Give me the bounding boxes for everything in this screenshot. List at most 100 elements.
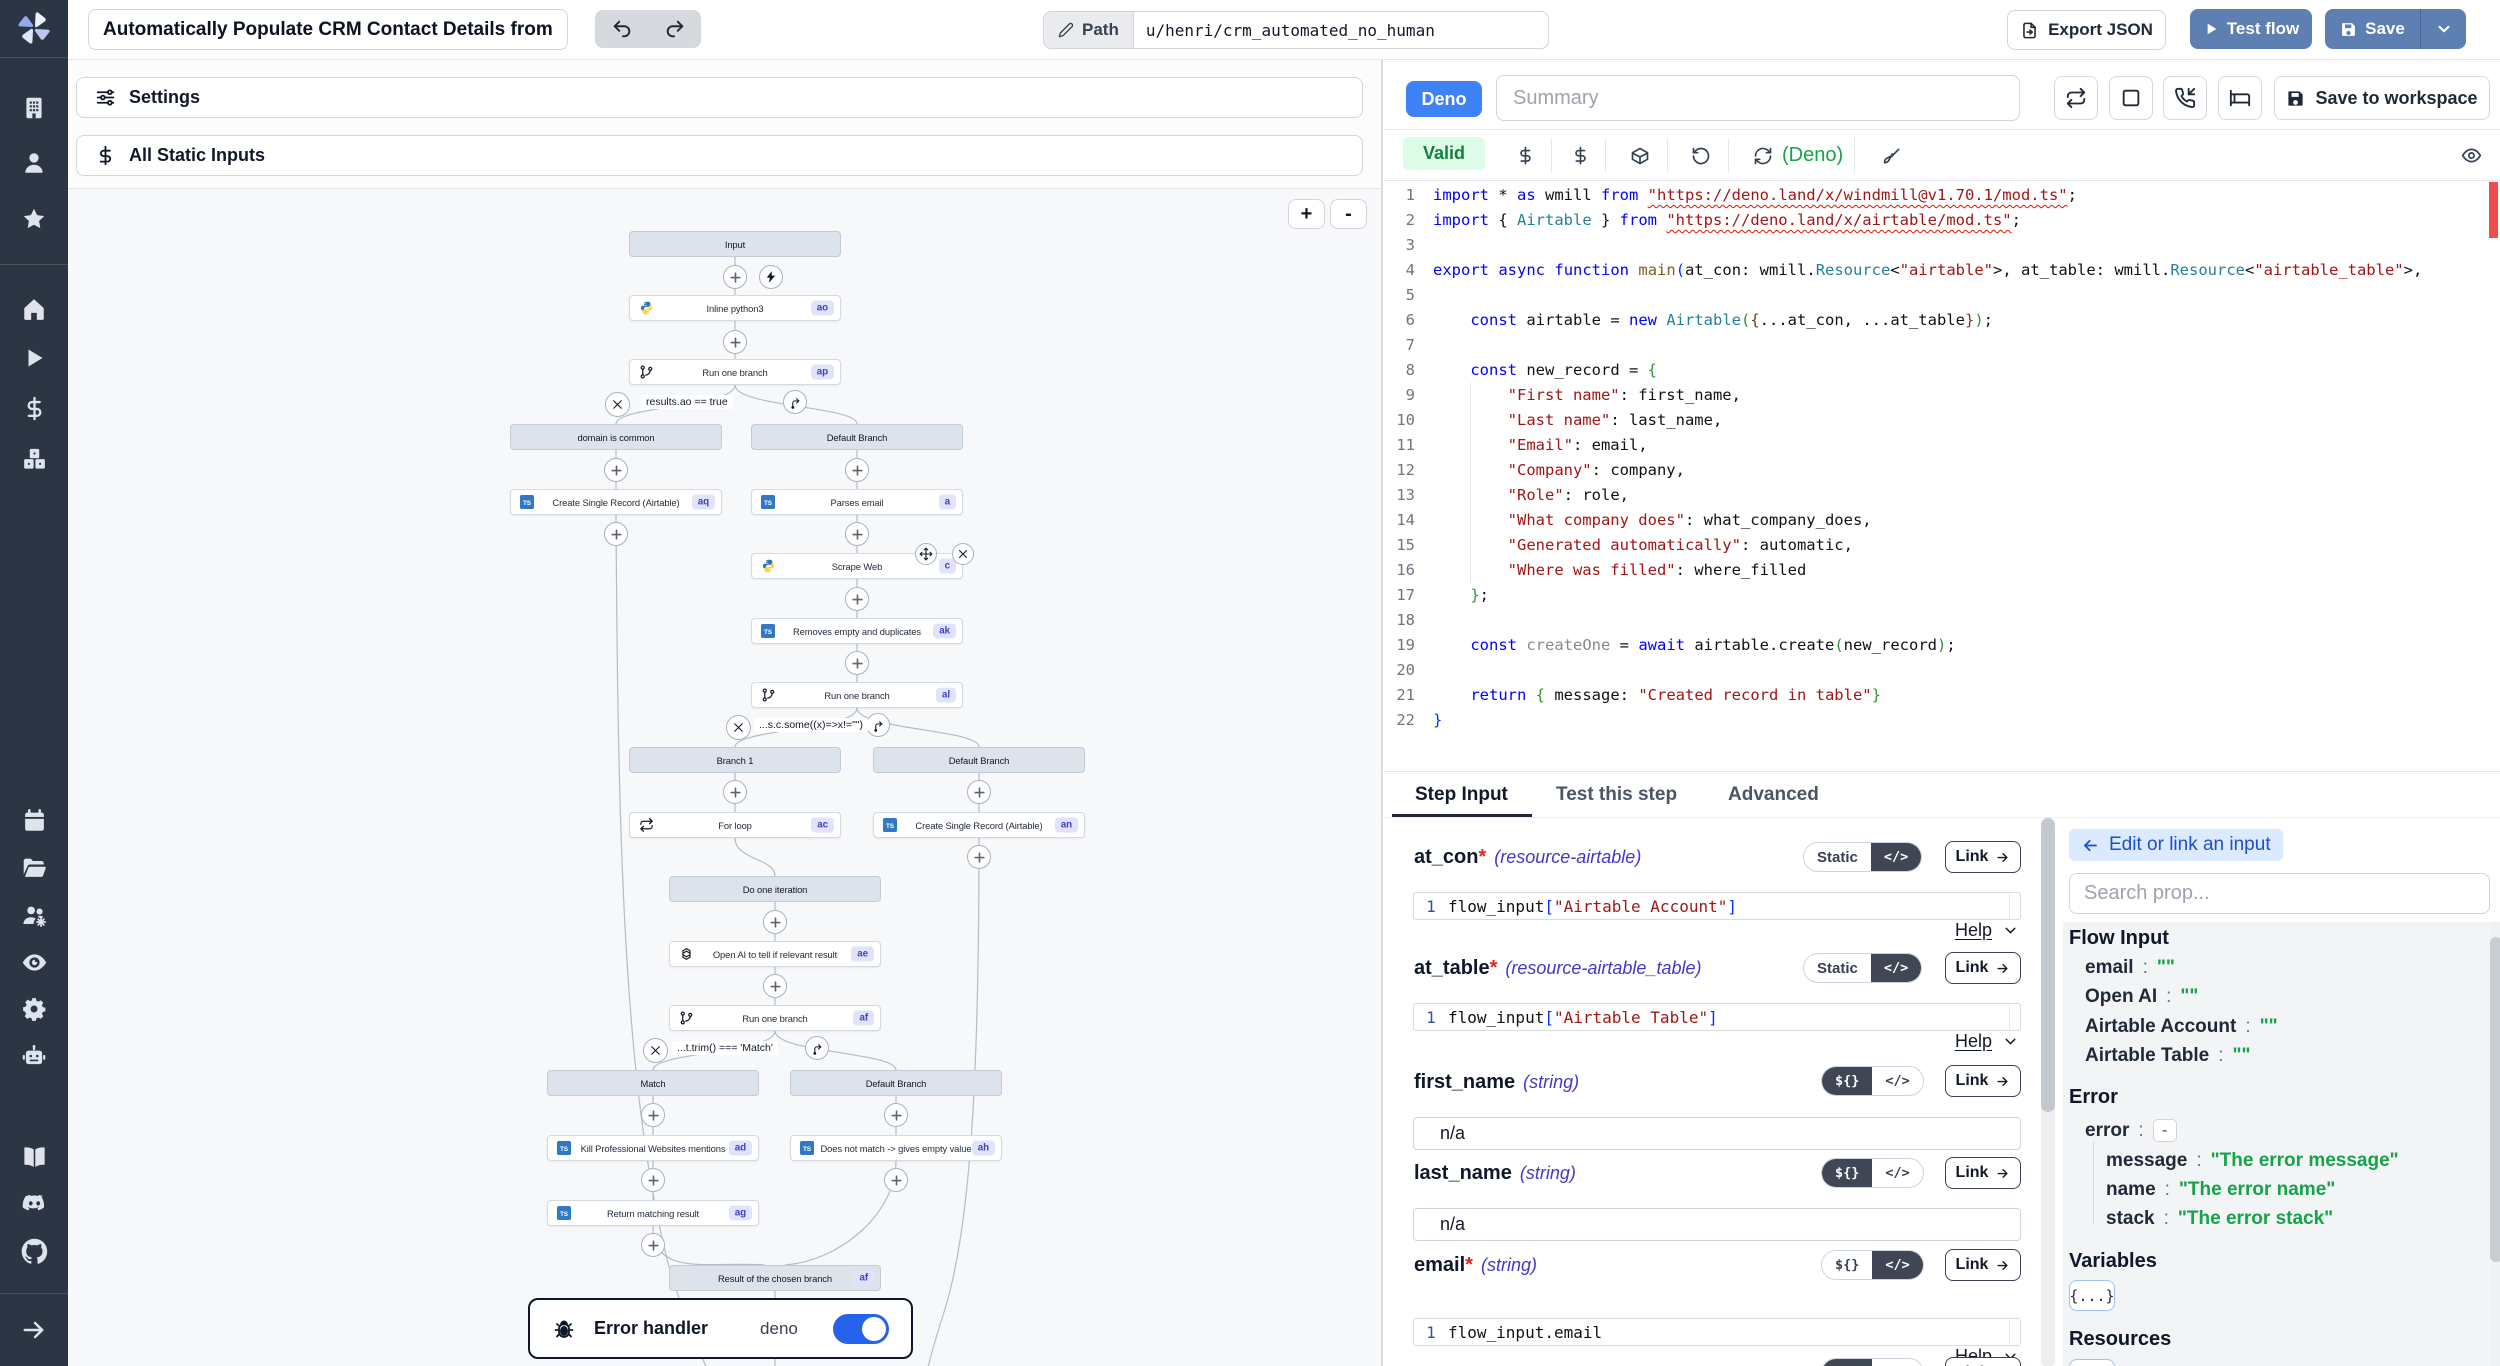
edit-or-link-input-button[interactable]: Edit or link an input <box>2069 829 2283 861</box>
building-icon[interactable] <box>0 86 68 130</box>
props-scrollbar-thumb[interactable] <box>2490 937 2500 1262</box>
link-button-email[interactable]: Link <box>1945 1249 2021 1281</box>
flow-node-default-branch[interactable]: Default Branch <box>790 1070 1002 1096</box>
summary-input[interactable]: Summary <box>1496 75 2020 121</box>
flow-node-result-of-the-chosen-branch[interactable]: Result of the chosen branchaf <box>669 1265 881 1291</box>
calendar-icon[interactable] <box>0 798 68 842</box>
node-delete-button[interactable] <box>952 543 974 565</box>
flow-node-branch-1[interactable]: Branch 1 <box>629 747 841 773</box>
logout-arrow-icon[interactable] <box>0 1308 68 1352</box>
flow-node-create-single-record-airtable[interactable]: TSCreate Single Record (Airtable)an <box>873 812 1085 838</box>
insert-step-button[interactable] <box>641 1168 665 1192</box>
toggle-code-mode[interactable]: </> <box>1872 1159 1922 1187</box>
insert-step-button[interactable] <box>845 522 869 546</box>
save-to-workspace-button[interactable]: Save to workspace <box>2274 76 2490 120</box>
insert-step-button[interactable] <box>604 522 628 546</box>
flow-node-run-one-branch[interactable]: Run one branchap <box>629 359 841 385</box>
flow-node-parses-email[interactable]: TSParses emaila <box>751 489 963 515</box>
toggle-code-mode[interactable]: </> <box>1871 954 1921 982</box>
help-link-at_table[interactable]: Help <box>1955 1031 2019 1052</box>
insert-step-button[interactable] <box>967 845 991 869</box>
toggle-template-mode[interactable]: ${} <box>1822 1251 1872 1279</box>
insert-step-button[interactable] <box>604 458 628 482</box>
field-mode-toggle-first_name[interactable]: ${}</> <box>1821 1066 1924 1096</box>
field-expression-at_con[interactable]: 1flow_input["Airtable Account"] <box>1413 892 2021 920</box>
save-dropdown-button[interactable] <box>2420 9 2466 49</box>
field-expression-at_table[interactable]: 1flow_input["Airtable Table"] <box>1413 1003 2021 1031</box>
flow-title-input[interactable]: Automatically Populate CRM Contact Detai… <box>88 9 568 50</box>
add-branch-button[interactable] <box>866 713 890 737</box>
prop-row-message[interactable]: message:"The error message" <box>2106 1150 2399 1172</box>
eye-button[interactable] <box>2453 130 2489 181</box>
insert-step-button[interactable] <box>641 1233 665 1257</box>
book-open-icon[interactable] <box>0 1135 68 1179</box>
error-handler-row[interactable]: Error handler deno <box>528 1298 913 1359</box>
prop-row-stack[interactable]: stack:"The error stack" <box>2106 1208 2333 1230</box>
link-button[interactable]: Link <box>1945 1357 2021 1366</box>
toggle-template-mode[interactable]: ${} <box>1822 1067 1872 1095</box>
flow-node-for-loop[interactable]: For loopac <box>629 812 841 838</box>
flow-node-default-branch[interactable]: Default Branch <box>751 424 963 450</box>
link-button-last_name[interactable]: Link <box>1945 1157 2021 1189</box>
toggle-static-mode[interactable]: Static <box>1804 843 1871 871</box>
tab-advanced[interactable]: Advanced <box>1728 772 1819 817</box>
redo-button[interactable] <box>648 10 701 48</box>
flow-node-default-branch[interactable]: Default Branch <box>873 747 1085 773</box>
user-icon[interactable] <box>0 141 68 185</box>
flow-node-input[interactable]: Input <box>629 231 841 257</box>
code-editor[interactable]: 1import * as wmill from "https://deno.la… <box>1383 181 2500 771</box>
broom-button[interactable] <box>1881 130 1903 181</box>
prop-object-chip-variables[interactable]: {...} <box>2069 1280 2115 1311</box>
add-branch-button[interactable] <box>805 1036 829 1060</box>
dollar-button[interactable] <box>1569 130 1591 181</box>
branch-condition-remove-button[interactable] <box>726 715 751 740</box>
flow-settings-row[interactable]: Settings <box>76 77 1363 118</box>
fields-scrollbar-thumb[interactable] <box>2041 818 2055 1112</box>
field-mode-toggle-at_con[interactable]: Static</> <box>1803 842 1922 872</box>
flow-node-inline-python3[interactable]: Inline python3ao <box>629 295 841 321</box>
prop-row-email[interactable]: email:"" <box>2085 957 2175 979</box>
undo-button[interactable] <box>595 10 648 48</box>
flow-node-run-one-branch[interactable]: Run one branchaf <box>669 1005 881 1031</box>
link-button-at_table[interactable]: Link <box>1945 952 2021 984</box>
home-icon[interactable] <box>0 287 68 331</box>
path-input[interactable]: u/henri/crm_automated_no_human <box>1133 11 1549 49</box>
prop-search-input[interactable]: Search prop... <box>2069 873 2490 914</box>
field-mode-toggle-email[interactable]: ${}</> <box>1821 1250 1924 1280</box>
branch-condition-remove-button[interactable] <box>643 1038 668 1063</box>
insert-step-button[interactable] <box>763 910 787 934</box>
error-handler-toggle[interactable] <box>833 1314 889 1344</box>
insert-step-button[interactable] <box>884 1168 908 1192</box>
flow-node-removes-empty-and-duplicates[interactable]: TSRemoves empty and duplicatesak <box>751 618 963 644</box>
refresh-cw-button[interactable] <box>1752 130 1774 181</box>
prop-row-open-ai[interactable]: Open AI:"" <box>2085 986 2198 1008</box>
insert-step-button[interactable] <box>967 780 991 804</box>
zoom-in-button[interactable]: + <box>1288 199 1325 229</box>
tab-test-this-step[interactable]: Test this step <box>1556 772 1677 817</box>
flow-node-kill-professional-websites-mentions[interactable]: TSKill Professional Websites mentionsad <box>547 1135 759 1161</box>
gear-icon[interactable] <box>0 987 68 1031</box>
prop-row-airtable-account[interactable]: Airtable Account:"" <box>2085 1016 2278 1038</box>
flow-node-open-ai-to-tell-if-relevant-result[interactable]: Open AI to tell if relevant resultae <box>669 941 881 967</box>
flow-node-run-one-branch[interactable]: Run one branchal <box>751 682 963 708</box>
github-icon[interactable] <box>0 1229 68 1273</box>
toggle-code-mode[interactable]: </> <box>1872 1359 1922 1366</box>
rotate-ccw-button[interactable] <box>1690 130 1712 181</box>
path-chip[interactable]: Path <box>1043 11 1133 49</box>
flow-canvas[interactable]: + - InputInline python3aoRun one brancha… <box>68 188 1381 1366</box>
toggle-template-mode[interactable]: ${} <box>1822 1359 1872 1366</box>
toggle-template-mode[interactable]: ${} <box>1822 1159 1872 1187</box>
robot-icon[interactable] <box>0 1034 68 1078</box>
help-link-at_con[interactable]: Help <box>1955 920 2019 941</box>
branch-condition-remove-button[interactable] <box>605 392 630 417</box>
prop-row-airtable-table[interactable]: Airtable Table:"" <box>2085 1045 2251 1067</box>
insert-step-button[interactable] <box>845 587 869 611</box>
folder-open-icon[interactable] <box>0 846 68 890</box>
flow-node-domain-is-common[interactable]: domain is common <box>510 424 722 450</box>
field-value-first_name[interactable]: n/a <box>1413 1117 2021 1150</box>
flow-node-do-one-iteration[interactable]: Do one iteration <box>669 876 881 902</box>
insert-step-button[interactable] <box>723 265 747 289</box>
phone-incoming-button[interactable] <box>2163 76 2207 120</box>
prop-row-name[interactable]: name:"The error name" <box>2106 1179 2335 1201</box>
field-value-last_name[interactable]: n/a <box>1413 1208 2021 1241</box>
